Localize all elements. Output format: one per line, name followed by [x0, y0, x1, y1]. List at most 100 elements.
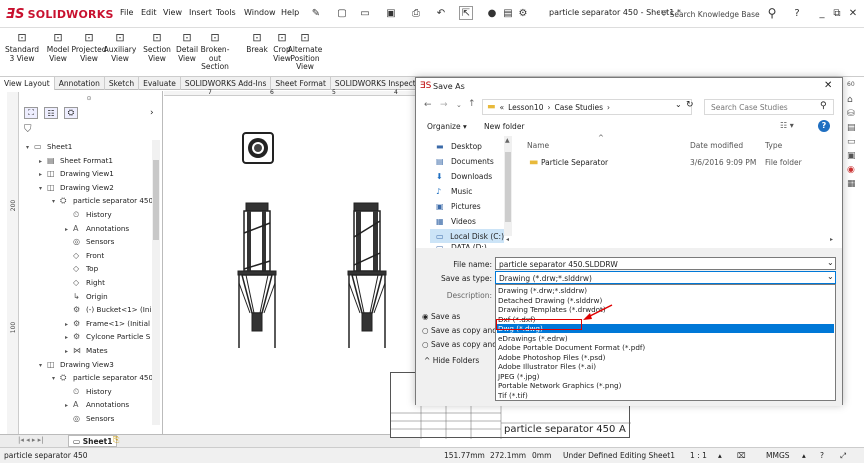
rebuild-icon[interactable]: ● [485, 6, 499, 20]
tree-item[interactable]: ◇ Right [26, 276, 156, 290]
collapsed-caret-icon[interactable]: ▸ [65, 345, 73, 358]
option-save-copy-continue[interactable]: ○ Save as copy and c [422, 326, 504, 340]
panel-splitter[interactable]: ⊙ [24, 95, 154, 103]
save-type-dropdown-icon[interactable]: ⌄ [827, 272, 834, 281]
tree-item[interactable]: ◇ Front [26, 249, 156, 263]
collapsed-caret-icon[interactable]: ▸ [39, 168, 47, 181]
up-icon[interactable]: ↑ [468, 99, 476, 109]
save-type-option[interactable]: eDrawings (*.edrw) [498, 334, 568, 343]
restore-icon[interactable]: ⧉ [830, 6, 844, 20]
nav-item-downloads[interactable]: ⬇ Downloads [436, 169, 492, 183]
file-name-cell[interactable]: Particle Separator [541, 158, 608, 167]
design-library-icon[interactable]: ▤ [847, 123, 860, 134]
home-icon[interactable]: ⌂ [847, 95, 860, 106]
column-name[interactable]: Name [527, 141, 549, 150]
tree-item[interactable]: ▸ ⚙ Cylcone Particle S [26, 330, 156, 344]
address-box[interactable]: ▬ « Lesson10 › Case Studies › [482, 99, 692, 115]
tree-item[interactable]: ◇ Top [26, 262, 156, 276]
tree-item[interactable]: ▾ ⛭ particle separator 450‹ [26, 194, 156, 208]
save-type-option[interactable]: Adobe Illustrator Files (*.ai) [498, 362, 596, 371]
radio-selected-icon[interactable]: ◉ [422, 312, 429, 321]
drawing-canvas[interactable]: 7 6 5 4 [164, 89, 420, 434]
sheet-tab[interactable]: ▭ Sheet1 [68, 435, 118, 447]
undo-icon[interactable]: ↶ [434, 6, 448, 20]
radio-icon[interactable]: ○ [422, 326, 429, 335]
select-icon[interactable]: ⇱ [459, 6, 473, 20]
standard-3-view-button[interactable]: ⊡ Standard 3 View [5, 31, 39, 63]
tree-item[interactable]: ◎ Sensors [26, 235, 156, 249]
save-type-option[interactable]: Portable Network Graphics (*.png) [498, 381, 621, 390]
knowledge-search[interactable]: ⛉ Search Knowledge Base [660, 6, 760, 22]
open-icon[interactable]: ▭ [358, 6, 372, 20]
tab-sheet-format[interactable]: Sheet Format [271, 77, 331, 90]
tree-item[interactable]: ▸ ⋈ Mates [26, 344, 156, 358]
tree-item[interactable]: ▸ ⚙ Frame<1> (Initial [26, 317, 156, 331]
menu-view[interactable]: View [163, 8, 182, 17]
close-window-icon[interactable]: ✕ [846, 6, 860, 20]
expanded-caret-icon[interactable]: ▾ [39, 182, 47, 195]
breadcrumb-case-studies[interactable]: Case Studies [554, 103, 603, 112]
collapsed-caret-icon[interactable]: ▸ [65, 223, 73, 236]
tree-item[interactable]: ⏲ History [26, 208, 156, 222]
property-manager-tab-icon[interactable]: ☷ [44, 107, 58, 119]
tree-item[interactable]: ▾ ◫ Drawing View3 [26, 358, 156, 372]
help-status-icon[interactable]: ? [820, 451, 824, 460]
save-type-option[interactable]: Drawing (*.drw;*.slddrw) [498, 286, 587, 295]
expanded-caret-icon[interactable]: ▾ [39, 359, 47, 372]
projected-view-button[interactable]: ⊡ Projected View [71, 31, 106, 63]
menu-help[interactable]: Help [281, 8, 299, 17]
new-document-icon[interactable]: ▢ [335, 6, 349, 20]
new-folder-button[interactable]: New folder [484, 122, 525, 131]
radio-icon[interactable]: ○ [422, 340, 429, 349]
tree-item[interactable]: ▾ ▭ Sheet1 [26, 140, 156, 154]
organize-button[interactable]: Organize ▾ [427, 122, 467, 131]
file-name-dropdown-icon[interactable]: ⌄ [827, 258, 834, 267]
menu-file[interactable]: File [120, 8, 133, 17]
nav-item-music[interactable]: ♪ Music [436, 184, 472, 198]
save-type-option[interactable]: Adobe Photoshop Files (*.psd) [498, 353, 605, 362]
save-icon[interactable]: ▣ [384, 6, 398, 20]
tab-annotation[interactable]: Annotation [55, 77, 105, 90]
nav-item-pictures[interactable]: ▣ Pictures [436, 199, 481, 213]
file-properties-icon[interactable]: ▤ [501, 6, 515, 20]
add-sheet-icon[interactable]: ⎘ [113, 435, 119, 445]
fullscreen-icon[interactable]: ⤢ [840, 451, 846, 461]
save-type-option[interactable]: Adobe Portable Document Format (*.pdf) [498, 343, 645, 352]
minimize-icon[interactable]: _ [815, 6, 829, 20]
scroll-left-icon[interactable]: ◂ [506, 236, 509, 243]
tab-solidworks-add-ins[interactable]: SOLIDWORKS Add-Ins [181, 77, 272, 90]
breadcrumb-lesson10[interactable]: Lesson10 [508, 103, 543, 112]
tree-scrollbar-thumb[interactable] [153, 160, 159, 240]
status-units[interactable]: MMGS [766, 451, 790, 460]
configuration-manager-tab-icon[interactable]: ⛭ [64, 107, 78, 119]
search-icon[interactable]: ⚲ [765, 6, 779, 20]
file-explorer-icon[interactable]: ▭ [847, 137, 860, 148]
resources-icon[interactable]: ⛁ [847, 109, 860, 120]
rebuild-status-icon[interactable]: ⌧ [737, 451, 746, 460]
tree-item[interactable]: ▸ ◫ Drawing View1 [26, 167, 156, 181]
nav-item-documents[interactable]: ▤ Documents [436, 154, 494, 168]
column-type[interactable]: Type [765, 141, 782, 150]
address-dropdown-icon[interactable]: ⌄ [675, 100, 682, 109]
nav-scrollbar-thumb[interactable] [505, 152, 511, 222]
nav-scroll-up-icon[interactable]: ▲ [505, 137, 510, 144]
sheet-nav-arrows[interactable]: |◂ ◂ ▸ ▸| [18, 436, 43, 444]
back-icon[interactable]: ← [424, 100, 432, 110]
column-date-modified[interactable]: Date modified [690, 141, 743, 150]
tab-view-layout[interactable]: View Layout [0, 77, 55, 90]
custom-properties-icon[interactable]: ▦ [847, 179, 860, 190]
appearances-icon[interactable]: ◉ [847, 165, 860, 176]
print-icon[interactable]: ⎙ [409, 6, 423, 20]
pin-icon[interactable]: ✎ [309, 6, 323, 20]
tree-item[interactable]: ▾ ◫ Drawing View2 [26, 181, 156, 195]
view-palette-icon[interactable]: ▣ [847, 151, 860, 162]
tab-evaluate[interactable]: Evaluate [139, 77, 181, 90]
tree-item[interactable]: ▸ A Annotations [26, 398, 156, 412]
scroll-right-icon[interactable]: ▸ [830, 236, 833, 243]
recent-locations-icon[interactable]: ⌄ [456, 101, 462, 109]
file-list-row[interactable]: ▬ Particle Separator 3/6/2016 9:09 PM Fi… [522, 154, 840, 170]
file-list-hscrollbar[interactable]: ◂ ▸ [506, 236, 842, 246]
menu-tools[interactable]: Tools [216, 8, 236, 17]
breadcrumb-overflow[interactable]: « [500, 103, 505, 112]
expanded-caret-icon[interactable]: ▾ [52, 372, 60, 385]
